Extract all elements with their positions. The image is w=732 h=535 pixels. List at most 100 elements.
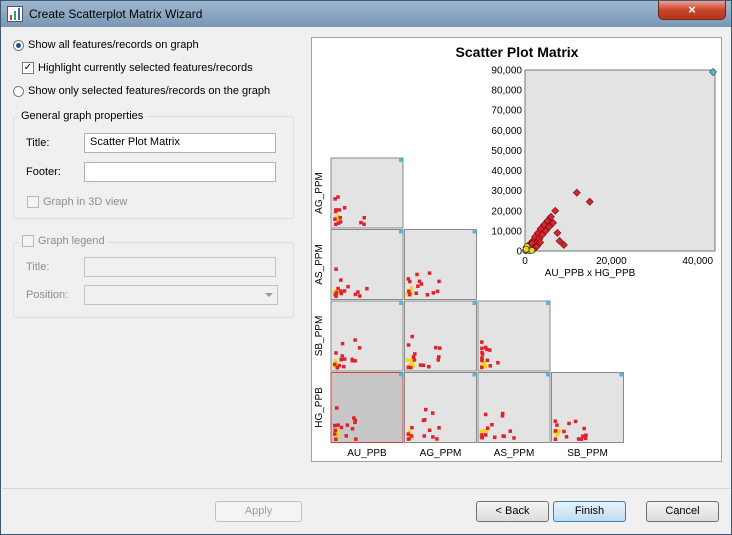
data-point	[337, 363, 342, 368]
data-point	[359, 220, 363, 225]
cancel-button[interactable]: Cancel	[646, 501, 719, 522]
data-point	[582, 426, 586, 431]
data-point	[562, 429, 566, 434]
data-point	[431, 291, 436, 295]
data-point	[342, 206, 347, 210]
y-tick-label: 30,000	[491, 186, 522, 197]
row-label: SB_PPM	[314, 316, 325, 357]
show-only-selected-radio[interactable]	[13, 85, 24, 97]
title-input[interactable]: Scatter Plot Matrix	[84, 133, 276, 153]
data-point	[334, 294, 338, 298]
data-point	[338, 215, 342, 220]
data-point	[555, 423, 559, 427]
data-point	[409, 365, 413, 370]
data-point	[480, 365, 484, 370]
y-tick-label: 90,000	[491, 66, 522, 77]
data-point	[415, 272, 419, 277]
data-point	[342, 289, 347, 293]
data-point	[334, 222, 338, 227]
data-point	[339, 289, 343, 293]
data-point	[485, 347, 489, 352]
data-point	[584, 433, 588, 437]
data-point	[437, 426, 441, 430]
cell-corner-marker	[399, 158, 403, 162]
data-point	[485, 358, 490, 363]
row-label: AS_PPM	[314, 244, 325, 285]
data-point	[407, 289, 411, 294]
highlight-selected-checkbox[interactable]: ✓	[22, 62, 34, 74]
data-point	[567, 421, 571, 426]
data-point	[484, 433, 488, 437]
back-button[interactable]: < Back	[476, 501, 549, 522]
data-point	[437, 279, 441, 284]
data-point	[334, 351, 338, 355]
graph-legend-label: Graph legend	[38, 235, 105, 247]
data-point	[339, 357, 343, 362]
graph-legend-checkbox[interactable]	[22, 235, 34, 247]
option-graph-legend[interactable]: Graph legend	[19, 235, 108, 247]
matrix-cell	[404, 372, 477, 443]
data-point	[333, 217, 337, 221]
option-graph-3d[interactable]: Graph in 3D view	[27, 196, 127, 208]
legend-title-input[interactable]	[84, 257, 276, 277]
data-point	[501, 434, 505, 438]
data-point	[485, 426, 490, 430]
data-point	[333, 428, 338, 432]
apply-button[interactable]: Apply	[215, 501, 302, 522]
row-label: HG_PPB	[314, 387, 325, 428]
data-point	[334, 267, 338, 271]
data-point	[421, 363, 426, 368]
data-point	[336, 423, 340, 427]
highlight-point	[405, 358, 410, 362]
legend-position-select[interactable]	[84, 285, 278, 305]
data-point	[340, 354, 344, 358]
title-bar[interactable]: Create Scatterplot Matrix Wizard ×	[1, 1, 731, 27]
column-label: AG_PPM	[420, 448, 462, 459]
footer-input[interactable]	[84, 162, 276, 182]
data-point	[553, 419, 558, 423]
y-tick-label: 40,000	[491, 166, 522, 177]
graph-3d-checkbox[interactable]	[27, 196, 39, 208]
cell-corner-marker	[399, 372, 403, 377]
data-point	[406, 343, 411, 347]
data-point	[333, 197, 337, 201]
title-label: Title:	[26, 137, 50, 149]
data-point	[416, 284, 420, 288]
graph-legend-group	[13, 242, 294, 318]
data-point	[424, 407, 428, 412]
finish-button[interactable]: Finish	[553, 501, 626, 522]
data-point	[436, 358, 441, 362]
data-point	[413, 352, 417, 356]
data-point	[576, 437, 581, 441]
option-show-only-selected[interactable]: Show only selected features/records on t…	[13, 85, 270, 97]
data-point	[480, 433, 484, 437]
footer-label: Footer:	[26, 166, 61, 178]
enlarged-plot-caption: AU_PPB x HG_PPB	[545, 268, 636, 279]
data-point	[480, 350, 484, 355]
show-all-radio[interactable]	[13, 39, 24, 51]
data-point	[512, 436, 516, 440]
chevron-down-icon	[265, 293, 273, 297]
x-tick-label: 40,000	[682, 256, 713, 267]
data-point	[508, 429, 513, 433]
column-label: AU_PPB	[347, 448, 387, 459]
matrix-cell	[404, 229, 477, 300]
data-point	[431, 435, 435, 439]
general-properties-header: General graph properties	[18, 110, 147, 122]
graph-3d-label: Graph in 3D view	[43, 196, 128, 208]
y-tick-label: 70,000	[491, 106, 522, 117]
chart-title: Scatter Plot Matrix	[456, 44, 579, 60]
data-point	[583, 436, 588, 441]
option-highlight-selected[interactable]: ✓ Highlight currently selected features/…	[22, 62, 253, 74]
data-point	[344, 434, 348, 438]
data-point	[342, 364, 346, 369]
data-point	[362, 222, 366, 227]
data-point	[354, 437, 358, 441]
y-tick-label: 80,000	[491, 86, 522, 97]
x-tick-label: 20,000	[596, 256, 627, 267]
close-button[interactable]: ×	[658, 1, 726, 20]
matrix-cell	[330, 372, 404, 443]
data-point	[406, 277, 411, 281]
option-show-all[interactable]: Show all features/records on graph	[13, 39, 199, 51]
cell-corner-marker	[472, 229, 477, 234]
